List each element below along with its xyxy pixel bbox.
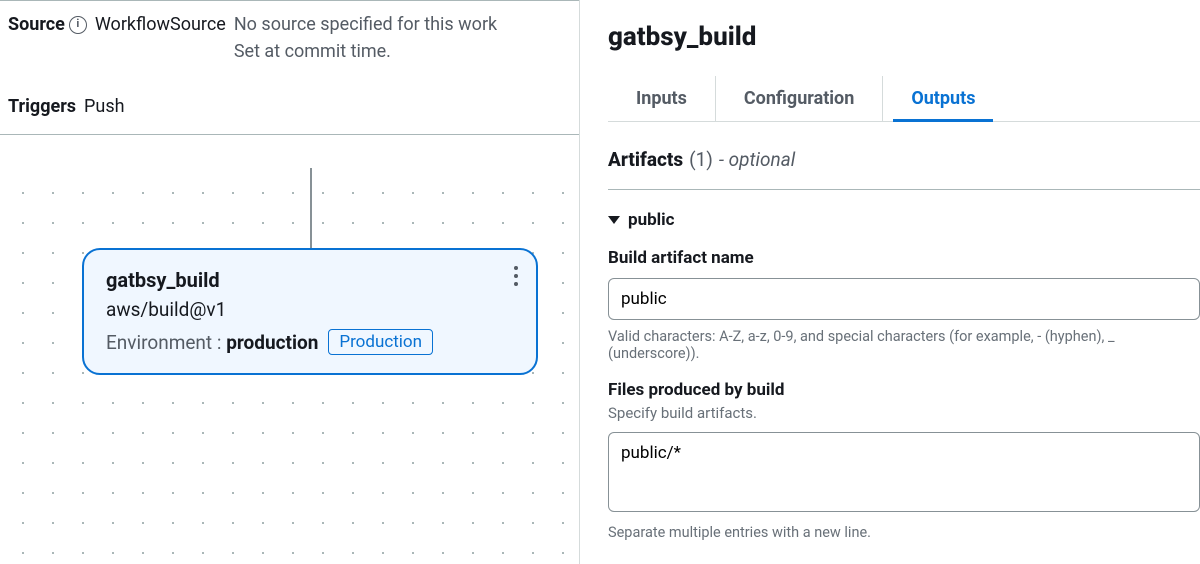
- environment-tag[interactable]: Production: [328, 329, 433, 355]
- source-description: No source specified for this work Set at…: [234, 11, 571, 65]
- tab-configuration[interactable]: Configuration: [716, 76, 883, 121]
- artifact-name-helper: Valid characters: A-Z, a-z, 0-9, and spe…: [608, 328, 1200, 362]
- connector-line: [310, 168, 312, 248]
- artifact-name-input[interactable]: [608, 278, 1200, 320]
- node-env-label: Environment :: [106, 331, 221, 354]
- source-row: Source i WorkflowSource No source specif…: [8, 11, 571, 65]
- source-label-text: Source: [8, 11, 65, 38]
- panel-title: gatbsy_build: [608, 22, 1200, 52]
- caret-down-icon: [608, 216, 620, 224]
- workflow-canvas-panel: Source i WorkflowSource No source specif…: [0, 0, 580, 564]
- artifact-name-label: Build artifact name: [608, 248, 1200, 268]
- artifacts-heading-text: Artifacts: [608, 148, 683, 171]
- files-label: Files produced by build: [608, 380, 1200, 400]
- workflow-canvas[interactable]: gatbsy_build aws/build@v1 Environment : …: [0, 170, 579, 564]
- artifact-item-name: public: [628, 210, 675, 230]
- node-menu-icon[interactable]: [514, 266, 518, 286]
- triggers-label: Triggers: [8, 93, 76, 120]
- files-textarea[interactable]: [608, 432, 1200, 512]
- source-value: WorkflowSource: [95, 11, 226, 38]
- triggers-row: Triggers Push: [8, 93, 571, 120]
- artifact-item-toggle[interactable]: public: [608, 210, 1200, 230]
- tab-outputs[interactable]: Outputs: [883, 76, 1003, 121]
- source-desc-line1: No source specified for this work: [234, 14, 497, 35]
- artifacts-count: (1): [689, 148, 713, 171]
- source-desc-line2: Set at commit time.: [234, 41, 391, 62]
- files-sublabel: Specify build artifacts.: [608, 404, 1200, 422]
- artifacts-heading: Artifacts (1) - optional: [608, 148, 1200, 190]
- node-title: gatbsy_build: [106, 268, 514, 292]
- node-env-value: production: [226, 331, 318, 354]
- workflow-node-gatsby-build[interactable]: gatbsy_build aws/build@v1 Environment : …: [82, 248, 538, 375]
- info-icon[interactable]: i: [69, 16, 87, 34]
- artifacts-optional: - optional: [719, 148, 795, 171]
- files-helper: Separate multiple entries with a new lin…: [608, 524, 1200, 541]
- workflow-meta-bar: Source i WorkflowSource No source specif…: [0, 0, 579, 135]
- details-panel: gatbsy_build Inputs Configuration Output…: [580, 0, 1200, 564]
- tab-inputs[interactable]: Inputs: [608, 76, 716, 121]
- source-label: Source i: [8, 11, 87, 38]
- triggers-value: Push: [84, 93, 124, 120]
- node-action: aws/build@v1: [106, 298, 514, 321]
- node-environment: Environment : production Production: [106, 329, 514, 355]
- tabs: Inputs Configuration Outputs: [608, 76, 1200, 122]
